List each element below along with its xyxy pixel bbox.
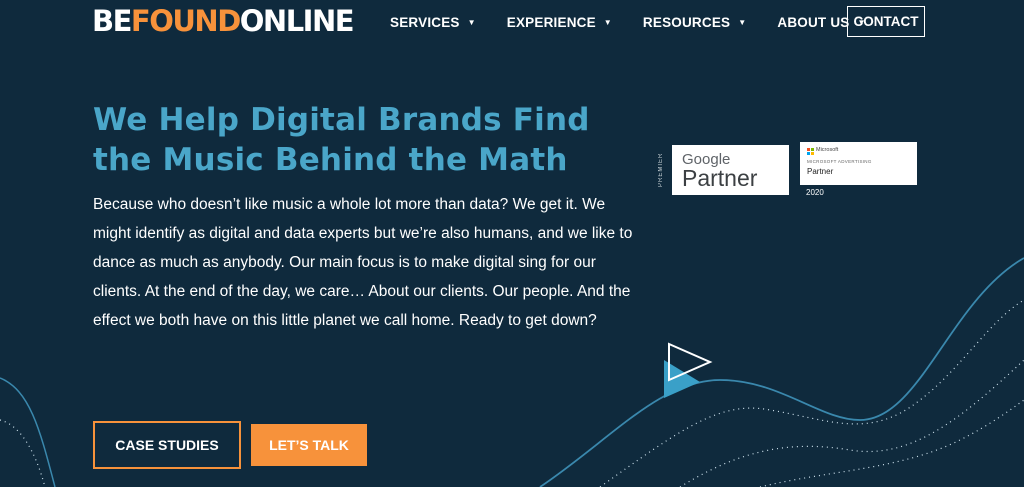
logo-part-found: FOUND [130,4,241,38]
wave-line-dotted-2 [679,359,1024,487]
lets-talk-button[interactable]: LET’S TALK [251,424,367,466]
hero-title-line-1: We Help Digital Brands Find [93,102,590,138]
nav-item-label: SERVICES [390,14,460,30]
site-header: BEFOUNDONLINE SERVICES ▼ EXPERIENCE ▼ RE… [0,0,1024,44]
wave-line-left-solid [0,377,56,487]
microsoft-badge-brand: Microsoft [816,147,839,153]
caret-down-icon: ▼ [467,18,476,27]
google-badge-partner: Partner [682,165,758,191]
main-nav: SERVICES ▼ EXPERIENCE ▼ RESOURCES ▼ ABOU… [390,0,866,44]
hero-body-text: Because who doesn’t like music a whole l… [93,196,633,329]
site-logo[interactable]: BEFOUNDONLINE [92,4,355,38]
nav-item-label: EXPERIENCE [506,14,596,30]
case-studies-button[interactable]: CASE STUDIES [93,421,241,469]
microsoft-logo-icon [807,148,814,155]
nav-item-resources[interactable]: RESOURCES ▼ [643,15,746,30]
microsoft-badge-program: MICROSOFT ADVERTISING [807,159,872,164]
logo-part-online: ONLINE [239,4,355,38]
nav-item-label: RESOURCES [642,14,731,30]
play-triangle-icon [664,342,713,398]
google-partner-badge: Google Partner [672,145,789,195]
wave-line-dotted-3 [759,399,1024,487]
wave-line-left-dotted [0,419,46,487]
nav-item-label: ABOUT US [777,14,850,30]
caret-down-icon: ▼ [603,18,612,27]
nav-item-services[interactable]: SERVICES ▼ [390,15,476,30]
hero-title-line-2: the Music Behind the Math [93,142,568,178]
logo-part-be: BE [92,4,132,38]
microsoft-badge-year: 2020 [806,188,824,197]
contact-button[interactable]: CONTACT [847,6,925,37]
google-premier-label: PREMIER [658,152,664,188]
caret-down-icon: ▼ [738,18,747,27]
microsoft-badge-partner: Partner [807,167,834,176]
nav-item-experience[interactable]: EXPERIENCE ▼ [507,15,612,30]
microsoft-partner-badge: Microsoft MICROSOFT ADVERTISING Partner [800,142,917,185]
hero-title: We Help Digital Brands Find the Music Be… [93,100,633,180]
